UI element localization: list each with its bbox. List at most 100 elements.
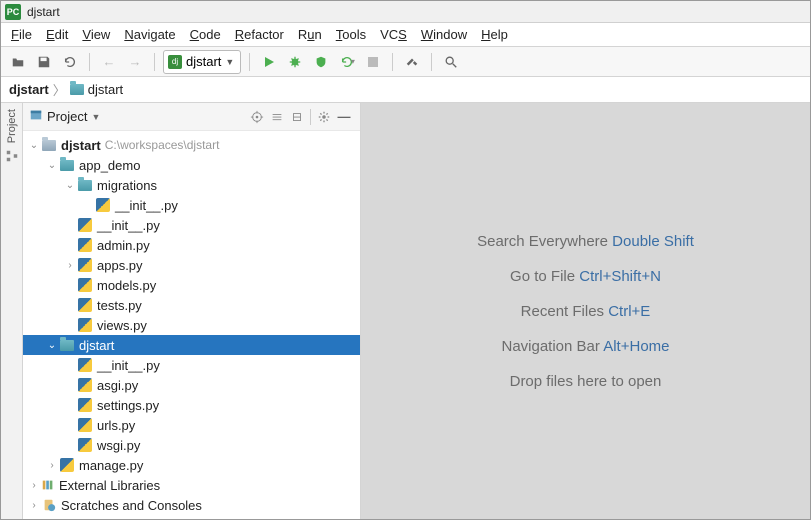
python-file-icon <box>78 258 92 272</box>
menu-edit[interactable]: Edit <box>40 25 74 44</box>
expand-all-icon[interactable] <box>267 107 287 127</box>
hint-drop-files: Drop files here to open <box>510 373 662 390</box>
tree-label: tests.py <box>97 298 142 313</box>
menu-vcs[interactable]: VCS <box>374 25 413 44</box>
chevron-right-icon[interactable]: › <box>27 480 41 491</box>
folder-icon <box>42 140 56 151</box>
stop-icon[interactable] <box>362 51 384 73</box>
menu-help[interactable]: Help <box>475 25 514 44</box>
tree-label: asgi.py <box>97 378 138 393</box>
tree-label: manage.py <box>79 458 143 473</box>
hint-recent-files: Recent Files Ctrl+E <box>521 303 651 320</box>
toolbar-separator <box>89 53 90 71</box>
tree-file[interactable]: __init__.py <box>23 195 360 215</box>
tree-file[interactable]: tests.py <box>23 295 360 315</box>
tree-folder-app-demo[interactable]: ⌄ app_demo <box>23 155 360 175</box>
chevron-right-icon[interactable]: › <box>27 500 41 511</box>
project-panel: Project ▼ — ⌄ djstart C:\workspaces\djst… <box>23 103 361 519</box>
tree-external-libraries[interactable]: › External Libraries <box>23 475 360 495</box>
tree-label: Scratches and Consoles <box>61 498 202 513</box>
run-config-label: djstart <box>186 54 221 69</box>
tree-file[interactable]: settings.py <box>23 395 360 415</box>
tree-file[interactable]: wsgi.py <box>23 435 360 455</box>
forward-icon[interactable]: → <box>124 51 146 73</box>
refresh-icon[interactable] <box>59 51 81 73</box>
tree-file[interactable]: __init__.py <box>23 355 360 375</box>
tree-file[interactable]: urls.py <box>23 415 360 435</box>
toolbar-separator <box>310 109 311 125</box>
chevron-down-icon[interactable]: ▼ <box>91 112 100 122</box>
profile-icon[interactable]: ▾ <box>336 51 358 73</box>
tree-file[interactable]: models.py <box>23 275 360 295</box>
tree-label: djstart <box>61 138 101 153</box>
menu-refactor[interactable]: Refactor <box>229 25 290 44</box>
debug-icon[interactable] <box>284 51 306 73</box>
menu-navigate[interactable]: Navigate <box>118 25 181 44</box>
python-file-icon <box>78 278 92 292</box>
breadcrumb-root[interactable]: djstart <box>9 82 49 97</box>
python-file-icon <box>78 318 92 332</box>
menu-tools[interactable]: Tools <box>330 25 372 44</box>
project-toolwindow-tab[interactable]: Project <box>6 109 18 143</box>
tree-file[interactable]: asgi.py <box>23 375 360 395</box>
tree-path: C:\workspaces\djstart <box>105 138 220 152</box>
chevron-down-icon[interactable]: ⌄ <box>63 180 77 191</box>
tree-folder-migrations[interactable]: ⌄ migrations <box>23 175 360 195</box>
menu-window[interactable]: Window <box>415 25 473 44</box>
folder-icon <box>60 340 74 351</box>
save-icon[interactable] <box>33 51 55 73</box>
back-icon[interactable]: ← <box>98 51 120 73</box>
hint-navigation-bar: Navigation Bar Alt+Home <box>501 338 669 355</box>
chevron-right-icon[interactable]: › <box>63 260 77 271</box>
python-file-icon <box>78 418 92 432</box>
tree-root[interactable]: ⌄ djstart C:\workspaces\djstart <box>23 135 360 155</box>
chevron-down-icon[interactable]: ⌄ <box>45 340 59 351</box>
tree-label: djstart <box>79 338 114 353</box>
tree-label: settings.py <box>97 398 159 413</box>
window-title-bar: PC djstart <box>1 1 810 23</box>
folder-icon <box>60 160 74 171</box>
chevron-down-icon[interactable]: ⌄ <box>27 140 41 151</box>
tree-scratches[interactable]: › Scratches and Consoles <box>23 495 360 515</box>
tree-file[interactable]: › apps.py <box>23 255 360 275</box>
tree-label: External Libraries <box>59 478 160 493</box>
tree-file-manage[interactable]: › manage.py <box>23 455 360 475</box>
tree-label: app_demo <box>79 158 140 173</box>
tree-label: urls.py <box>97 418 135 433</box>
tree-file[interactable]: __init__.py <box>23 215 360 235</box>
scratches-icon <box>41 497 57 513</box>
menu-file[interactable]: File <box>5 25 38 44</box>
left-tool-strip: Project <box>1 103 23 519</box>
hint-search-everywhere: Search Everywhere Double Shift <box>477 233 694 250</box>
menu-view[interactable]: View <box>76 25 116 44</box>
project-tree[interactable]: ⌄ djstart C:\workspaces\djstart ⌄ app_de… <box>23 131 360 519</box>
open-icon[interactable] <box>7 51 29 73</box>
menu-run[interactable]: Run <box>292 25 328 44</box>
tree-file[interactable]: views.py <box>23 315 360 335</box>
run-icon[interactable] <box>258 51 280 73</box>
menu-code[interactable]: Code <box>184 25 227 44</box>
collapse-all-icon[interactable] <box>287 107 307 127</box>
chevron-right-icon[interactable]: › <box>45 460 59 471</box>
python-file-icon <box>78 398 92 412</box>
app-icon: PC <box>5 4 21 20</box>
build-icon[interactable] <box>401 51 423 73</box>
structure-icon[interactable] <box>5 149 19 163</box>
hide-icon[interactable]: — <box>334 107 354 127</box>
coverage-icon[interactable] <box>310 51 332 73</box>
library-icon <box>41 478 55 492</box>
gear-icon[interactable] <box>314 107 334 127</box>
breadcrumb-item[interactable]: djstart <box>88 82 123 97</box>
locate-icon[interactable] <box>247 107 267 127</box>
toolbar-separator <box>392 53 393 71</box>
run-config-selector[interactable]: dj djstart ▼ <box>163 50 241 74</box>
tree-label: wsgi.py <box>97 438 140 453</box>
chevron-down-icon[interactable]: ⌄ <box>45 160 59 171</box>
python-file-icon <box>78 438 92 452</box>
editor-placeholder[interactable]: Search Everywhere Double Shift Go to Fil… <box>361 103 810 519</box>
project-scope-label[interactable]: Project <box>47 109 87 124</box>
tree-folder-djstart[interactable]: ⌄ djstart <box>23 335 360 355</box>
search-icon[interactable] <box>440 51 462 73</box>
tree-file[interactable]: admin.py <box>23 235 360 255</box>
tree-label: __init__.py <box>97 218 160 233</box>
